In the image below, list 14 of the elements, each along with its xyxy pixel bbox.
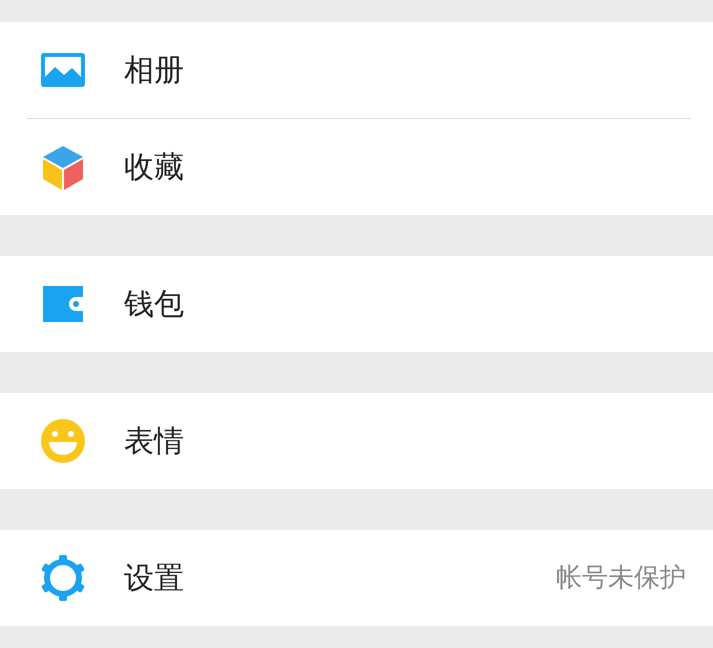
menu-label: 设置 (124, 560, 184, 598)
menu-item[interactable]: 收藏 (0, 119, 713, 215)
menu-item[interactable]: 设置 帐号未保护 (0, 530, 713, 626)
menu-label: 相册 (124, 52, 184, 90)
status-text: 帐号未保护 (556, 562, 686, 594)
menu-item[interactable]: 表情 (0, 393, 713, 489)
menu-label: 收藏 (124, 148, 184, 186)
settings-icon (40, 555, 86, 601)
cube-icon (40, 144, 86, 190)
menu-label: 表情 (124, 422, 184, 460)
menu-item[interactable]: 钱包 (0, 256, 713, 352)
menu-label: 钱包 (124, 286, 184, 324)
menu-item[interactable]: 相册 (0, 22, 713, 118)
smiley-icon (40, 418, 86, 464)
